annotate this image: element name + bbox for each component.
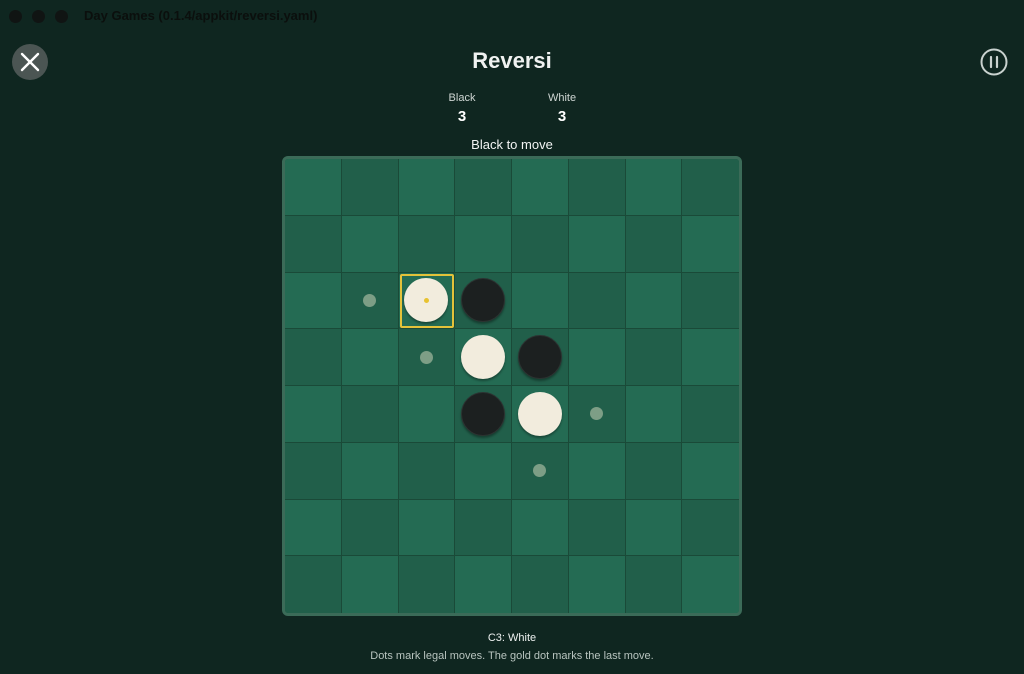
board-cell-h3[interactable] bbox=[682, 272, 739, 330]
board-cell-f6[interactable] bbox=[568, 442, 626, 500]
game-title: Reversi bbox=[472, 48, 552, 73]
board-cell-g7[interactable] bbox=[625, 499, 683, 557]
board-cell-c3[interactable] bbox=[398, 272, 456, 330]
board-cell-g8[interactable] bbox=[625, 556, 683, 613]
black-piece bbox=[517, 335, 562, 380]
title-bar: Day Games (0.1.4/appkit/reversi.yaml) bbox=[0, 0, 1024, 32]
white-piece bbox=[461, 335, 506, 380]
board-cell-d3[interactable] bbox=[455, 272, 512, 330]
board-cell-f5[interactable] bbox=[568, 386, 626, 443]
board-cell-b1[interactable] bbox=[341, 159, 399, 216]
board-cell-a4[interactable] bbox=[285, 329, 342, 386]
board-cell-a5[interactable] bbox=[285, 386, 342, 443]
board-cell-h7[interactable] bbox=[682, 499, 739, 557]
last-move-marker bbox=[423, 297, 429, 303]
board-cell-b7[interactable] bbox=[341, 499, 399, 557]
white-score: White 3 bbox=[522, 92, 602, 125]
window-close-dot[interactable] bbox=[9, 10, 22, 23]
board-cell-h8[interactable] bbox=[682, 556, 739, 613]
board-cell-d7[interactable] bbox=[455, 499, 512, 557]
board-cell-a1[interactable] bbox=[285, 159, 342, 216]
board-cell-h2[interactable] bbox=[682, 215, 739, 273]
board-cell-c4[interactable] bbox=[398, 329, 456, 386]
board-cell-f3[interactable] bbox=[568, 272, 626, 330]
pause-icon bbox=[980, 48, 1008, 76]
legal-move-dot bbox=[590, 407, 604, 421]
board-cell-e4[interactable] bbox=[512, 329, 569, 386]
board-cell-g2[interactable] bbox=[625, 215, 683, 273]
white-piece bbox=[517, 391, 562, 436]
board-cell-d5[interactable] bbox=[455, 386, 512, 443]
turn-status: Black to move bbox=[471, 137, 553, 152]
board-cell-f2[interactable] bbox=[568, 215, 626, 273]
legal-move-dot bbox=[419, 350, 433, 364]
board-cell-g6[interactable] bbox=[625, 442, 683, 500]
last-move-text: C3: White bbox=[487, 632, 537, 644]
board-cell-e3[interactable] bbox=[512, 272, 569, 330]
board-cell-h5[interactable] bbox=[682, 386, 739, 443]
board-cell-h1[interactable] bbox=[682, 159, 739, 216]
board-cell-h6[interactable] bbox=[682, 442, 739, 500]
white-piece bbox=[404, 278, 449, 323]
board-cell-g1[interactable] bbox=[625, 159, 683, 216]
legal-move-dot bbox=[363, 293, 377, 307]
board-cell-e7[interactable] bbox=[512, 499, 569, 557]
window-minimize-dot[interactable] bbox=[32, 10, 45, 23]
white-score-label: White bbox=[547, 92, 577, 104]
board-cell-d6[interactable] bbox=[455, 442, 512, 500]
board-cell-d1[interactable] bbox=[455, 159, 512, 216]
board-cell-f4[interactable] bbox=[568, 329, 626, 386]
board-cell-c6[interactable] bbox=[398, 442, 456, 500]
board-cell-b4[interactable] bbox=[341, 329, 399, 386]
board-cell-g5[interactable] bbox=[625, 386, 683, 443]
board-cell-f1[interactable] bbox=[568, 159, 626, 216]
board-cell-g3[interactable] bbox=[625, 272, 683, 330]
board-cell-e2[interactable] bbox=[512, 215, 569, 273]
black-score-label: Black bbox=[448, 92, 476, 104]
board-cell-c5[interactable] bbox=[398, 386, 456, 443]
black-score-value: 3 bbox=[457, 108, 467, 125]
black-piece bbox=[461, 391, 506, 436]
white-score-value: 3 bbox=[557, 108, 567, 125]
board-cell-d8[interactable] bbox=[455, 556, 512, 613]
board-cell-b3[interactable] bbox=[341, 272, 399, 330]
board-cell-c8[interactable] bbox=[398, 556, 456, 613]
board-cell-a2[interactable] bbox=[285, 215, 342, 273]
board-cell-c7[interactable] bbox=[398, 499, 456, 557]
board-cell-a3[interactable] bbox=[285, 272, 342, 330]
board-cell-a8[interactable] bbox=[285, 556, 342, 613]
board-cell-c2[interactable] bbox=[398, 215, 456, 273]
pause-button[interactable] bbox=[979, 47, 1009, 77]
board-cell-b6[interactable] bbox=[341, 442, 399, 500]
board-grid bbox=[285, 159, 739, 613]
board-cell-e5[interactable] bbox=[512, 386, 569, 443]
window-title: Day Games (0.1.4/appkit/reversi.yaml) bbox=[84, 8, 318, 23]
board-cell-h4[interactable] bbox=[682, 329, 739, 386]
board-cell-a7[interactable] bbox=[285, 499, 342, 557]
board-cell-d2[interactable] bbox=[455, 215, 512, 273]
game-board bbox=[282, 156, 742, 616]
board-cell-f7[interactable] bbox=[568, 499, 626, 557]
board-cell-b2[interactable] bbox=[341, 215, 399, 273]
board-cell-f8[interactable] bbox=[568, 556, 626, 613]
black-score: Black 3 bbox=[422, 92, 502, 125]
board-cell-e6[interactable] bbox=[512, 442, 569, 500]
legal-move-dot bbox=[533, 464, 547, 478]
board-cell-b5[interactable] bbox=[341, 386, 399, 443]
black-piece bbox=[461, 278, 506, 323]
board-cell-b8[interactable] bbox=[341, 556, 399, 613]
board-cell-e8[interactable] bbox=[512, 556, 569, 613]
board-cell-a6[interactable] bbox=[285, 442, 342, 500]
board-cell-g4[interactable] bbox=[625, 329, 683, 386]
board-cell-e1[interactable] bbox=[512, 159, 569, 216]
legend-note: Dots mark legal moves. The gold dot mark… bbox=[370, 650, 654, 662]
window-zoom-dot[interactable] bbox=[55, 10, 68, 23]
board-cell-d4[interactable] bbox=[455, 329, 512, 386]
board-cell-c1[interactable] bbox=[398, 159, 456, 216]
